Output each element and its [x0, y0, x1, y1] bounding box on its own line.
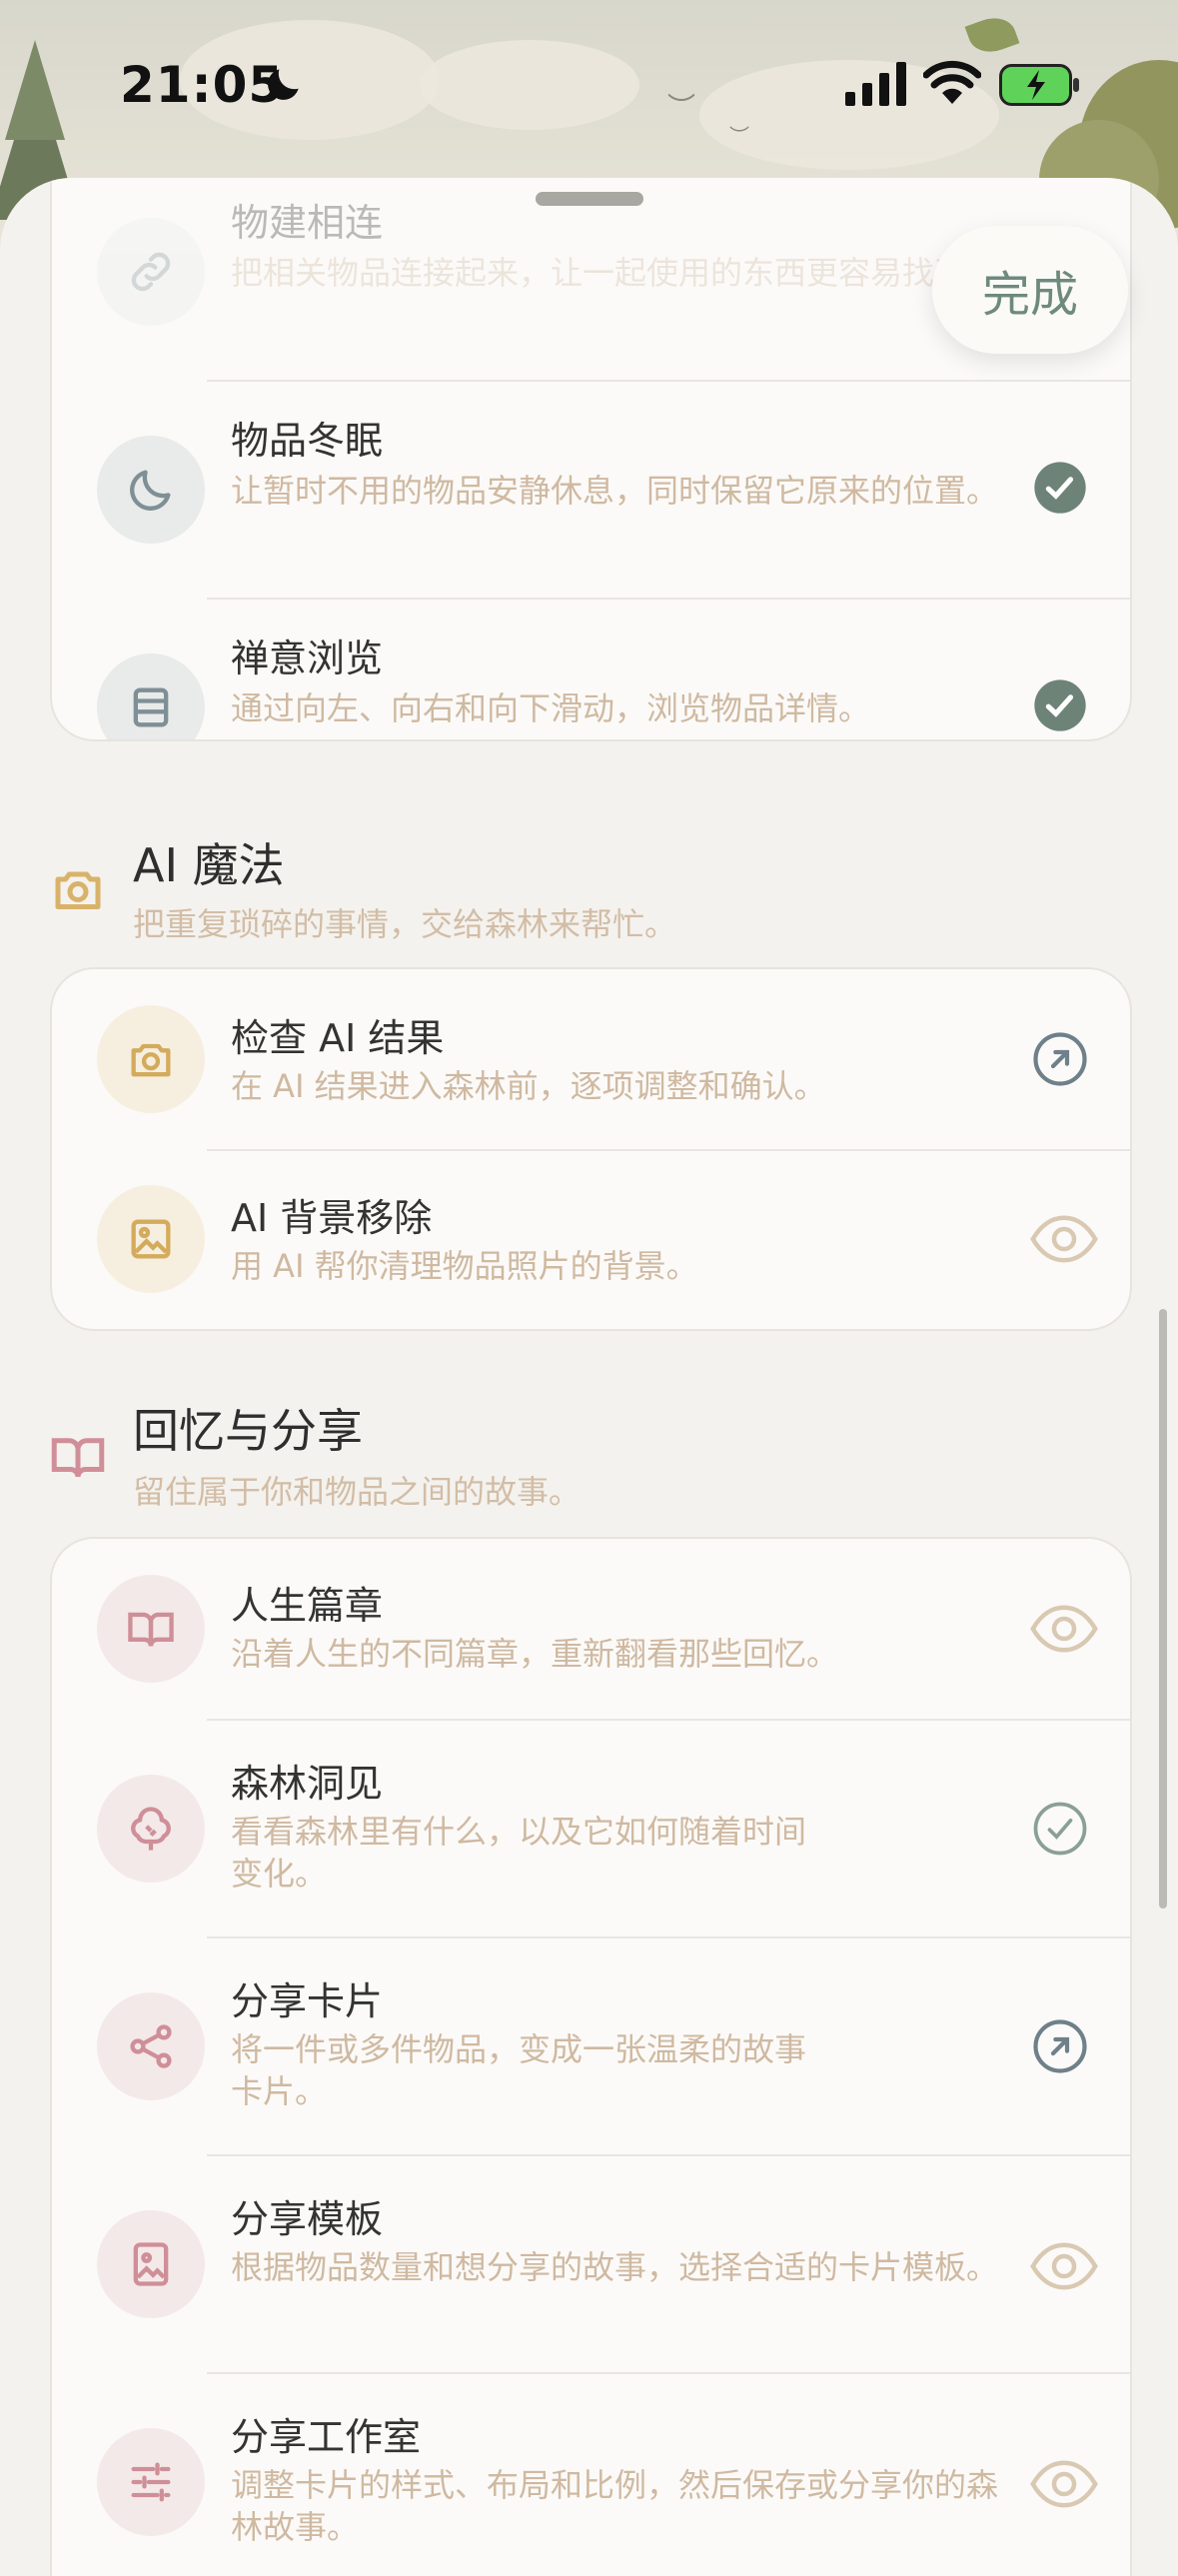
- status-bar: 21:05: [0, 0, 1178, 170]
- row-desc: 在 AI 结果进入森林前，逐项调整和确认。: [231, 1067, 826, 1105]
- open-arrow-icon[interactable]: [1030, 2016, 1090, 2076]
- row-title: 分享卡片: [231, 1979, 384, 2023]
- sheet-grabber[interactable]: [536, 192, 643, 206]
- row-title: 人生篇章: [231, 1584, 384, 1628]
- book-icon: [97, 1575, 205, 1683]
- tree-icon: [97, 1775, 205, 1883]
- section-title-ai: AI 魔法: [133, 838, 285, 892]
- row-desc: 根据物品数量和想分享的故事，选择合适的卡片模板。: [231, 2248, 999, 2286]
- row-desc: 让暂时不用的物品安静休息，同时保留它原来的位置。: [231, 472, 999, 510]
- row-title: 森林洞见: [231, 1762, 384, 1806]
- list-item[interactable]: 检查 AI 结果 在 AI 结果进入森林前，逐项调整和确认。: [52, 969, 1130, 1149]
- signal-icon: [845, 62, 906, 106]
- row-divider: [207, 380, 1130, 382]
- eye-icon[interactable]: [1028, 1209, 1100, 1269]
- check-outline-icon[interactable]: [1030, 1799, 1090, 1859]
- row-desc: 把相关物品连接起来，让一起使用的东西更容易找到。: [231, 254, 999, 292]
- sliders-icon: [97, 2428, 205, 2536]
- row-desc: 用 AI 帮你清理物品照片的背景。: [231, 1247, 698, 1285]
- eye-icon[interactable]: [1028, 1599, 1100, 1659]
- check-icon[interactable]: [1030, 675, 1090, 735]
- ai-card: 检查 AI 结果 在 AI 结果进入森林前，逐项调整和确认。 AI 背景移除 用…: [50, 967, 1132, 1331]
- row-desc: 看看森林里有什么，以及它如何随着时间变化。: [231, 1813, 807, 1893]
- status-time: 21:05: [120, 56, 285, 114]
- list-item[interactable]: 禅意浏览 通过向左、向右和向下滑动，浏览物品详情。: [52, 598, 1130, 739]
- book-icon: [51, 1438, 105, 1478]
- row-title: AI 背景移除: [231, 1196, 433, 1240]
- row-title: 分享模板: [231, 2197, 384, 2241]
- row-desc: 将一件或多件物品，变成一张温柔的故事卡片。: [231, 2030, 807, 2110]
- list-icon: [97, 653, 205, 739]
- row-divider: [207, 598, 1130, 600]
- section-title-memory: 回忆与分享: [133, 1404, 363, 1458]
- open-arrow-icon[interactable]: [1030, 1029, 1090, 1089]
- row-divider: [207, 1149, 1130, 1151]
- row-title: 检查 AI 结果: [231, 1016, 445, 1060]
- row-desc: 沿着人生的不同篇章，重新翻看那些回忆。: [231, 1635, 839, 1673]
- row-title: 物建相连: [231, 201, 384, 245]
- list-item[interactable]: 森林洞见 看看森林里有什么，以及它如何随着时间变化。: [52, 1719, 1130, 1936]
- settings-sheet: 完成 物建相连 把相关物品连接起来，让一起使用的东西更容易找到。 物品冬眠 让暂…: [0, 178, 1178, 2576]
- scrollbar[interactable]: [1159, 1309, 1167, 1909]
- battery-icon: [999, 64, 1079, 106]
- row-desc: 通过向左、向右和向下滑动，浏览物品详情。: [231, 689, 871, 727]
- row-divider: [207, 2154, 1130, 2156]
- section-subtitle-ai: 把重复琐碎的事情，交给森林来帮忙。: [133, 905, 677, 943]
- image-icon: [97, 1185, 205, 1293]
- row-title: 禅意浏览: [231, 637, 384, 680]
- camera-icon: [97, 1005, 205, 1113]
- row-divider: [207, 1719, 1130, 1721]
- done-button[interactable]: 完成: [932, 226, 1128, 354]
- row-title: 分享工作室: [231, 2415, 422, 2459]
- list-item[interactable]: 物品冬眠 让暂时不用的物品安静休息，同时保留它原来的位置。: [52, 380, 1130, 598]
- list-item[interactable]: 分享工作室 调整卡片的样式、布局和比例，然后保存或分享你的森林故事。: [52, 2372, 1130, 2576]
- list-item[interactable]: 分享卡片 将一件或多件物品，变成一张温柔的故事卡片。: [52, 1936, 1130, 2154]
- row-divider: [207, 1936, 1130, 1938]
- template-icon: [97, 2210, 205, 2318]
- memory-card: 人生篇章 沿着人生的不同篇章，重新翻看那些回忆。 森林洞见 看看森林里有什么，以…: [50, 1537, 1132, 2576]
- eye-icon[interactable]: [1028, 2236, 1100, 2296]
- row-divider: [207, 2372, 1130, 2374]
- camera-icon: [55, 871, 101, 909]
- row-title: 物品冬眠: [231, 419, 384, 463]
- row-desc: 调整卡片的样式、布局和比例，然后保存或分享你的森林故事。: [231, 2466, 999, 2546]
- moon-icon: [97, 436, 205, 544]
- moon-icon: [268, 69, 299, 100]
- list-item[interactable]: AI 背景移除 用 AI 帮你清理物品照片的背景。: [52, 1149, 1130, 1329]
- list-item[interactable]: 分享模板 根据物品数量和想分享的故事，选择合适的卡片模板。: [52, 2154, 1130, 2372]
- check-icon[interactable]: [1030, 458, 1090, 518]
- share-icon: [97, 1992, 205, 2100]
- list-item[interactable]: 人生篇章 沿着人生的不同篇章，重新翻看那些回忆。: [52, 1539, 1130, 1719]
- eye-icon[interactable]: [1028, 2454, 1100, 2514]
- wifi-icon: [923, 60, 981, 104]
- section-subtitle-memory: 留住属于你和物品之间的故事。: [133, 1473, 582, 1511]
- link-icon: [97, 218, 205, 326]
